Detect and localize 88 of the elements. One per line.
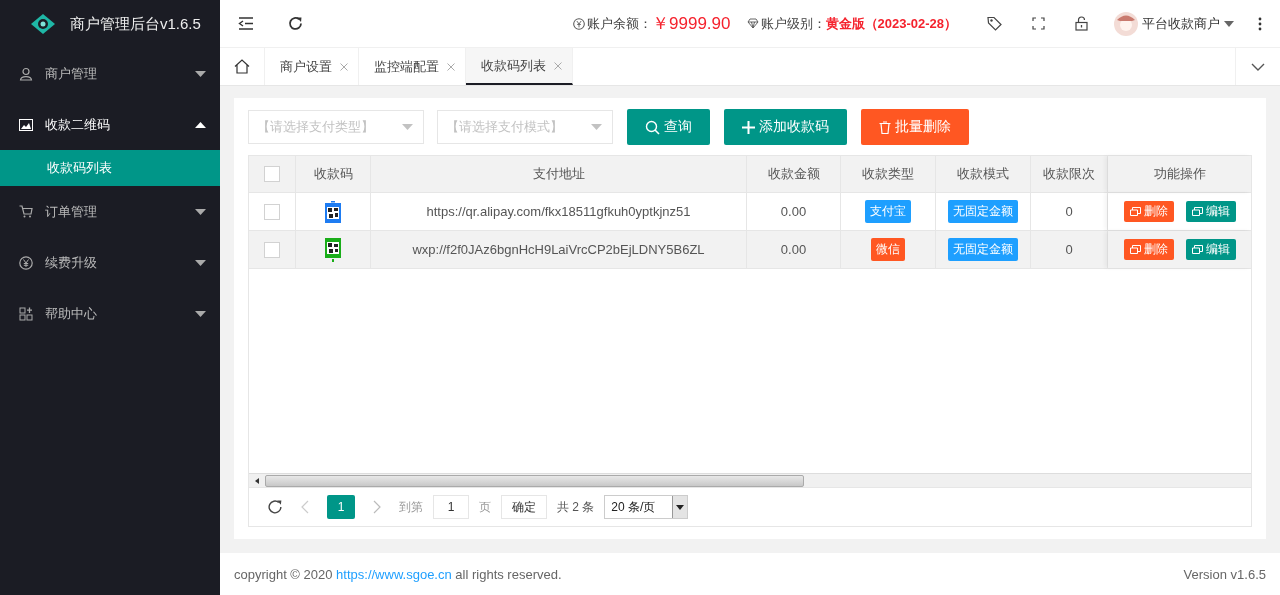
sidebar-subitem[interactable]: 收款码列表 [0,150,220,186]
total-count: 共 2 条 [557,498,595,516]
caret-down-icon [195,259,206,266]
close-icon[interactable] [447,62,455,71]
page-tab[interactable]: 收款码列表 [466,48,573,85]
page-size-select[interactable]: 20 条/页 [604,495,689,519]
edit-button[interactable]: 编辑 [1185,201,1236,222]
page-number[interactable]: 1 [327,495,355,519]
level-label: 账户级别： [760,14,826,33]
page-tab[interactable]: 商户设置 [265,48,359,85]
search-button[interactable]: 查询 [627,109,710,145]
balance-value: ￥9999.90 [652,13,731,35]
image-icon [19,118,33,131]
refresh-icon[interactable] [267,499,283,515]
table-cell: 0 [1065,204,1073,219]
level-value: 黄金版（2023-02-28） [825,14,957,33]
table-cell: wxp://f2f0JAz6bgnHcH9LaiVrcCP2bEjLDNY5B6ZL [412,242,705,257]
lock-icon[interactable] [1075,16,1088,31]
yen-icon [573,17,586,30]
add-button[interactable]: 添加收款码 [724,109,847,145]
caret-down-icon [195,208,206,215]
column-header: 收款限次 [1043,165,1095,183]
table-cell: https://qr.alipay.com/fkx18511gfkuh0yptkjnz51 [426,204,691,219]
qr-code-icon [325,200,341,223]
horizontal-scrollbar[interactable] [249,473,1251,487]
fullscreen-icon[interactable] [1032,17,1045,30]
more-icon[interactable] [1258,16,1262,31]
app-title: 商户管理后台v1.6.5 [70,14,201,34]
trash-icon [879,120,891,134]
caret-up-icon [195,121,206,128]
avatar-icon[interactable] [1114,11,1138,36]
column-header: 收款模式 [957,165,1009,183]
eye-logo-icon [30,13,56,35]
plus-icon [742,120,755,134]
menu-collapse-icon[interactable] [238,17,254,30]
cart-icon [19,205,33,218]
goto-label: 到第 [399,498,423,516]
caret-down-icon [402,124,413,130]
select-all-checkbox[interactable] [264,166,280,182]
pay-type-tag: 微信 [871,238,905,261]
sidebar-item[interactable]: 帮助中心 [0,288,220,339]
sidebar-item[interactable]: 收款二维码 [0,99,220,150]
pay-mode-tag: 无固定金额 [948,200,1018,223]
column-header: 收款码 [313,165,353,183]
sidebar-item[interactable]: 商户管理 [0,48,220,99]
copy-icon [1129,245,1141,254]
version-text: Version v1.6.5 [1183,566,1266,582]
close-icon[interactable] [554,61,562,70]
table-cell: 0 [1065,242,1073,257]
balance-label: 账户余额： [587,14,653,33]
caret-down-icon [1224,20,1234,27]
confirm-button[interactable]: 确定 [501,495,547,519]
copy-icon [1129,207,1141,216]
user-icon [19,66,33,81]
column-header: 功能操作 [1153,165,1206,183]
page-input[interactable]: 1 [433,495,469,519]
home-icon [234,59,250,74]
pay-mode-tag: 无固定金额 [948,238,1018,261]
diamond-icon [746,18,759,29]
sidebar-item[interactable]: 订单管理 [0,186,220,237]
search-icon [645,119,660,135]
column-header: 收款类型 [862,165,914,183]
table-cell: 0.00 [780,242,807,257]
caret-down-icon [195,70,206,77]
next-page-icon[interactable] [373,500,381,514]
copyright-text: copyright © 2020 https://www.sgoe.cn all rights reserved. [234,566,562,582]
qr-code-icon [325,237,341,262]
table-cell: 0.00 [780,204,807,219]
yen-icon [19,255,33,270]
tag-icon[interactable] [987,16,1002,31]
row-checkbox[interactable] [264,241,280,258]
apps-icon [19,306,33,321]
row-checkbox[interactable] [264,203,280,220]
refresh-icon[interactable] [288,16,303,31]
caret-down-icon [676,504,685,510]
copy-icon [1191,245,1203,254]
column-header: 收款金额 [767,165,820,183]
sidebar-item[interactable]: 续费升级 [0,237,220,288]
caret-down-icon [591,124,602,130]
column-header: 支付地址 [532,165,585,183]
edit-button[interactable]: 编辑 [1185,239,1236,260]
close-icon[interactable] [340,62,348,71]
copy-icon [1191,207,1203,216]
user-menu[interactable]: 平台收款商户 [1142,14,1220,33]
chevron-down-icon [1251,62,1265,71]
caret-down-icon [195,310,206,317]
pay-type-tag: 支付宝 [865,200,911,223]
page-unit-label: 页 [479,498,491,516]
